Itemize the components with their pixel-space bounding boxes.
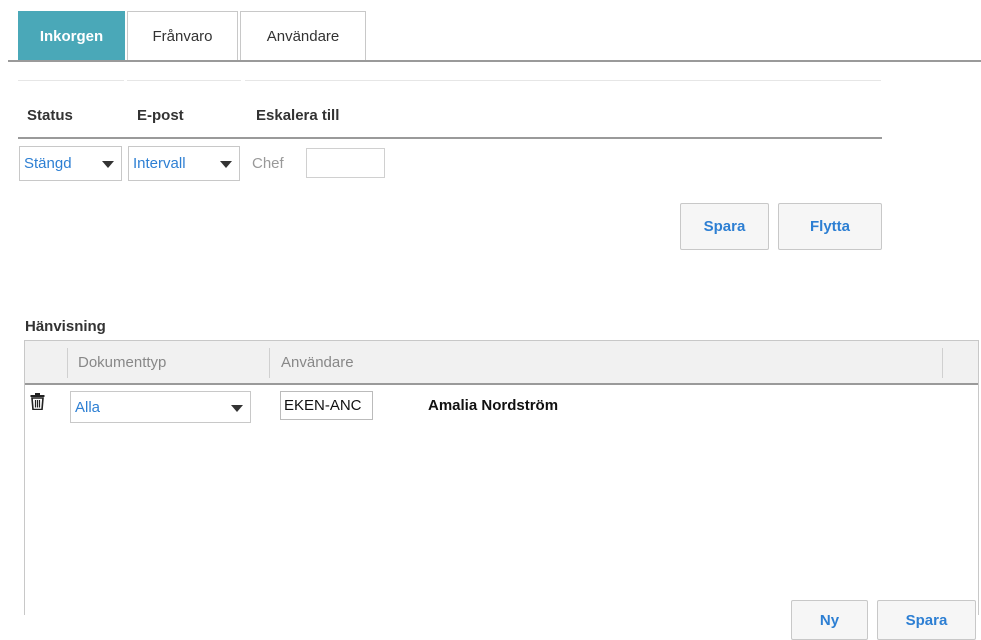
tab-anvandare[interactable]: Användare [240, 11, 366, 60]
email-select[interactable]: Intervall [128, 146, 240, 181]
escalate-header: Eskalera till [256, 107, 340, 124]
email-value: Intervall [133, 155, 186, 172]
doctype-value: Alla [75, 398, 101, 416]
doctype-column-header: Dokumenttyp [78, 354, 167, 371]
save-referral-button[interactable]: Spara [877, 600, 976, 640]
new-button[interactable]: Ny [791, 600, 868, 640]
tab-label: Inkorgen [39, 27, 104, 45]
header-divider [18, 137, 882, 139]
escalate-input[interactable] [306, 148, 385, 178]
referral-title: Hänvisning [25, 318, 106, 335]
tab-franvaro[interactable]: Frånvaro [127, 11, 238, 60]
status-select[interactable]: Stängd [19, 146, 122, 181]
separator [245, 80, 881, 81]
move-button[interactable]: Flytta [778, 203, 882, 250]
tab-label: Frånvaro [152, 27, 213, 45]
referral-grid: Dokumenttyp Användare Alla Amalia Nordst… [24, 340, 979, 640]
column-divider [942, 348, 943, 378]
trash-icon[interactable] [30, 393, 45, 410]
caret-down-icon [102, 161, 114, 168]
escalate-label: Chef [252, 155, 284, 172]
status-header: Status [27, 107, 73, 124]
caret-down-icon [231, 405, 243, 412]
table-row: Alla Amalia Nordström [25, 385, 978, 431]
separator [127, 80, 241, 81]
caret-down-icon [220, 161, 232, 168]
user-code-input[interactable] [280, 391, 373, 420]
email-header: E-post [137, 107, 184, 124]
user-name: Amalia Nordström [428, 397, 559, 414]
save-button[interactable]: Spara [680, 203, 769, 250]
column-divider [269, 348, 270, 378]
separator [18, 80, 124, 81]
column-divider [67, 348, 68, 378]
doctype-select[interactable]: Alla [70, 391, 251, 423]
user-column-header: Användare [281, 354, 354, 371]
grid-header: Dokumenttyp Användare [25, 341, 978, 385]
tab-inkorgen[interactable]: Inkorgen [18, 11, 125, 60]
status-value: Stängd [24, 155, 72, 172]
tab-label: Användare [266, 27, 340, 45]
tab-bar-divider [8, 60, 981, 62]
